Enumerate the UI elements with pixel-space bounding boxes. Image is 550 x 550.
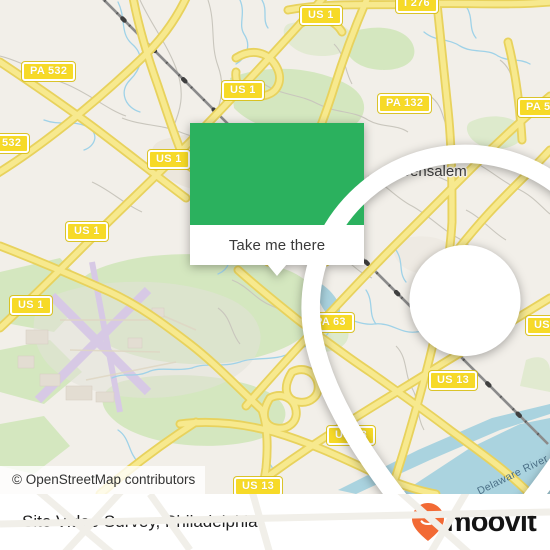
road-shield-i-276[interactable]: I 276 — [396, 0, 438, 13]
road-shield-pa-5[interactable]: PA 5 — [518, 98, 550, 117]
map-attribution[interactable]: © OpenStreetMap contributors — [0, 466, 206, 494]
map-canvas[interactable]: Bensalem Delaware River PA 532 532 US 1 … — [0, 0, 550, 494]
callout-image-panel — [190, 123, 550, 494]
road-shield-us-1-c[interactable]: US 1 — [148, 150, 190, 169]
road-shield-pa-132[interactable]: PA 132 — [378, 94, 432, 113]
footer-bar: Site Video Survey, Philadelphia moovit — [0, 494, 550, 550]
road-shield-us-1-b[interactable]: US 1 — [300, 6, 342, 25]
road-shield-us-1-e[interactable]: US 1 — [10, 296, 52, 315]
location-callout-card[interactable]: Take me there — [190, 123, 550, 494]
map-pin-icon — [301, 144, 550, 494]
road-shield-us-1-d[interactable]: US 1 — [66, 222, 108, 241]
callout-pointer-tail — [267, 264, 287, 276]
road-shield-532[interactable]: 532 — [0, 134, 30, 153]
road-shield-us-1-a[interactable]: US 1 — [222, 81, 264, 100]
moovit-wordmark: moovit — [445, 505, 537, 538]
moovit-logo[interactable]: moovit — [411, 502, 537, 542]
page-title: Site Video Survey, Philadelphia — [22, 512, 258, 531]
take-me-there-button[interactable]: Take me there — [190, 225, 364, 265]
road-shield-pa-532[interactable]: PA 532 — [22, 62, 76, 81]
map-screenshot-root: Bensalem Delaware River PA 532 532 US 1 … — [0, 0, 550, 550]
moovit-smiley-pin-icon — [411, 503, 444, 541]
